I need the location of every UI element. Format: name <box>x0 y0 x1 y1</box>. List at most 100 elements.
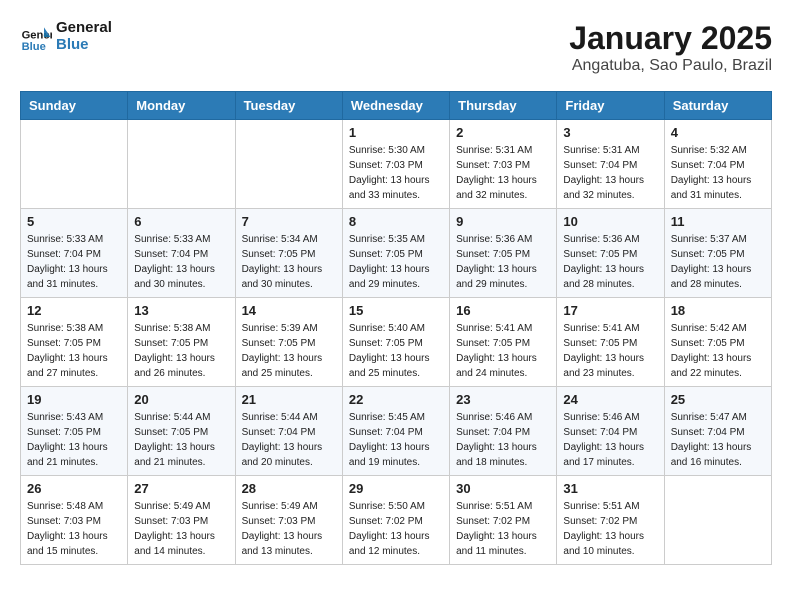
calendar-cell: 28 Sunrise: 5:49 AMSunset: 7:03 PMDayligh… <box>235 476 342 565</box>
day-info: Sunrise: 5:51 AMSunset: 7:02 PMDaylight:… <box>456 499 550 559</box>
day-info: Sunrise: 5:36 AMSunset: 7:05 PMDaylight:… <box>563 232 657 292</box>
weekday-header: Friday <box>557 92 664 120</box>
logo: General Blue General Blue <box>20 20 112 53</box>
day-number: 22 <box>349 392 443 407</box>
calendar-cell: 5Sunrise: 5:33 AMSunset: 7:04 PMDaylight… <box>21 209 128 298</box>
weekday-header: Thursday <box>450 92 557 120</box>
day-info: Sunrise: 5:49 AMSunset: 7:03 PMDaylight:… <box>134 499 228 559</box>
month-title: January 2025 <box>569 20 772 57</box>
day-number: 17 <box>563 303 657 318</box>
day-info: Sunrise: 5:46 AMSunset: 7:04 PMDaylight:… <box>456 410 550 470</box>
day-info: Sunrise: 5:38 AMSunset: 7:05 PMDaylight:… <box>27 321 121 381</box>
calendar-cell: 20Sunrise: 5:44 AMSunset: 7:05 PMDayligh… <box>128 387 235 476</box>
calendar-cell: 25Sunrise: 5:47 AMSunset: 7:04 PMDayligh… <box>664 387 771 476</box>
day-info: Sunrise: 5:41 AMSunset: 7:05 PMDaylight:… <box>563 321 657 381</box>
calendar-header-row: SundayMondayTuesdayWednesdayThursdayFrid… <box>21 92 772 120</box>
weekday-header: Monday <box>128 92 235 120</box>
calendar-week-row: 19 Sunrise: 5:43 AMSunset: 7:05 PMDayligh… <box>21 387 772 476</box>
logo-icon: General Blue <box>20 21 52 53</box>
day-info: Sunrise: 5:50 AMSunset: 7:02 PMDaylight:… <box>349 499 443 559</box>
calendar-cell <box>21 120 128 209</box>
day-number: 8 <box>349 214 443 229</box>
location: Angatuba, Sao Paulo, Brazil <box>569 57 772 75</box>
calendar-week-row: 12 Sunrise: 5:38 AMSunset: 7:05 PMDayligh… <box>21 298 772 387</box>
day-number: 5 <box>27 214 121 229</box>
day-number: 4 <box>671 125 765 140</box>
calendar-cell: 27 Sunrise: 5:49 AMSunset: 7:03 PMDayligh… <box>128 476 235 565</box>
day-number: 1 <box>349 125 443 140</box>
calendar-week-row: 1Sunrise: 5:30 AMSunset: 7:03 PMDaylight… <box>21 120 772 209</box>
day-number: 30 <box>456 481 550 496</box>
day-info: Sunrise: 5:43 AMSunset: 7:05 PMDaylight:… <box>27 410 121 470</box>
day-number: 21 <box>242 392 336 407</box>
weekday-header: Saturday <box>664 92 771 120</box>
day-number: 23 <box>456 392 550 407</box>
day-number: 16 <box>456 303 550 318</box>
day-info: Sunrise: 5:34 AMSunset: 7:05 PMDaylight:… <box>242 232 336 292</box>
day-number: 15 <box>349 303 443 318</box>
calendar-cell: 10 Sunrise: 5:36 AMSunset: 7:05 PMDayligh… <box>557 209 664 298</box>
calendar-cell: 17 Sunrise: 5:41 AMSunset: 7:05 PMDayligh… <box>557 298 664 387</box>
day-info: Sunrise: 5:38 AMSunset: 7:05 PMDaylight:… <box>134 321 228 381</box>
calendar-cell: 13Sunrise: 5:38 AMSunset: 7:05 PMDayligh… <box>128 298 235 387</box>
day-info: Sunrise: 5:35 AMSunset: 7:05 PMDaylight:… <box>349 232 443 292</box>
day-info: Sunrise: 5:36 AMSunset: 7:05 PMDaylight:… <box>456 232 550 292</box>
day-number: 9 <box>456 214 550 229</box>
calendar-cell: 2 Sunrise: 5:31 AMSunset: 7:03 PMDaylight… <box>450 120 557 209</box>
day-number: 11 <box>671 214 765 229</box>
svg-text:Blue: Blue <box>22 40 46 52</box>
day-number: 31 <box>563 481 657 496</box>
day-info: Sunrise: 5:31 AMSunset: 7:03 PMDaylight:… <box>456 143 550 203</box>
calendar-cell: 29 Sunrise: 5:50 AMSunset: 7:02 PMDayligh… <box>342 476 449 565</box>
calendar-cell <box>664 476 771 565</box>
title-block: January 2025 Angatuba, Sao Paulo, Brazil <box>569 20 772 75</box>
calendar-cell: 19 Sunrise: 5:43 AMSunset: 7:05 PMDayligh… <box>21 387 128 476</box>
day-info: Sunrise: 5:41 AMSunset: 7:05 PMDaylight:… <box>456 321 550 381</box>
day-number: 26 <box>27 481 121 496</box>
calendar-cell: 1Sunrise: 5:30 AMSunset: 7:03 PMDaylight… <box>342 120 449 209</box>
calendar-week-row: 26 Sunrise: 5:48 AMSunset: 7:03 PMDayligh… <box>21 476 772 565</box>
day-info: Sunrise: 5:37 AMSunset: 7:05 PMDaylight:… <box>671 232 765 292</box>
calendar-week-row: 5Sunrise: 5:33 AMSunset: 7:04 PMDaylight… <box>21 209 772 298</box>
calendar-table: SundayMondayTuesdayWednesdayThursdayFrid… <box>20 91 772 565</box>
calendar-cell <box>128 120 235 209</box>
calendar-cell: 18Sunrise: 5:42 AMSunset: 7:05 PMDayligh… <box>664 298 771 387</box>
day-number: 6 <box>134 214 228 229</box>
day-number: 12 <box>27 303 121 318</box>
day-number: 10 <box>563 214 657 229</box>
day-info: Sunrise: 5:48 AMSunset: 7:03 PMDaylight:… <box>27 499 121 559</box>
calendar-cell: 23 Sunrise: 5:46 AMSunset: 7:04 PMDayligh… <box>450 387 557 476</box>
day-info: Sunrise: 5:44 AMSunset: 7:04 PMDaylight:… <box>242 410 336 470</box>
day-number: 14 <box>242 303 336 318</box>
day-number: 2 <box>456 125 550 140</box>
calendar-cell: 6Sunrise: 5:33 AMSunset: 7:04 PMDaylight… <box>128 209 235 298</box>
calendar-cell: 4 Sunrise: 5:32 AMSunset: 7:04 PMDaylight… <box>664 120 771 209</box>
calendar-cell: 31 Sunrise: 5:51 AMSunset: 7:02 PMDayligh… <box>557 476 664 565</box>
calendar-cell: 3 Sunrise: 5:31 AMSunset: 7:04 PMDaylight… <box>557 120 664 209</box>
day-number: 24 <box>563 392 657 407</box>
day-number: 3 <box>563 125 657 140</box>
logo-general: General <box>56 20 112 37</box>
calendar-cell: 30 Sunrise: 5:51 AMSunset: 7:02 PMDayligh… <box>450 476 557 565</box>
calendar-cell: 8 Sunrise: 5:35 AMSunset: 7:05 PMDaylight… <box>342 209 449 298</box>
day-number: 27 <box>134 481 228 496</box>
day-info: Sunrise: 5:39 AMSunset: 7:05 PMDaylight:… <box>242 321 336 381</box>
calendar-cell <box>235 120 342 209</box>
day-info: Sunrise: 5:31 AMSunset: 7:04 PMDaylight:… <box>563 143 657 203</box>
day-number: 29 <box>349 481 443 496</box>
day-info: Sunrise: 5:49 AMSunset: 7:03 PMDaylight:… <box>242 499 336 559</box>
day-number: 18 <box>671 303 765 318</box>
page-header: General Blue General Blue January 2025 A… <box>20 20 772 75</box>
logo-blue: Blue <box>56 37 112 54</box>
calendar-cell: 21 Sunrise: 5:44 AMSunset: 7:04 PMDayligh… <box>235 387 342 476</box>
day-number: 19 <box>27 392 121 407</box>
calendar-cell: 26 Sunrise: 5:48 AMSunset: 7:03 PMDayligh… <box>21 476 128 565</box>
weekday-header: Wednesday <box>342 92 449 120</box>
day-info: Sunrise: 5:32 AMSunset: 7:04 PMDaylight:… <box>671 143 765 203</box>
day-info: Sunrise: 5:51 AMSunset: 7:02 PMDaylight:… <box>563 499 657 559</box>
weekday-header: Sunday <box>21 92 128 120</box>
day-number: 28 <box>242 481 336 496</box>
weekday-header: Tuesday <box>235 92 342 120</box>
day-number: 25 <box>671 392 765 407</box>
day-number: 20 <box>134 392 228 407</box>
